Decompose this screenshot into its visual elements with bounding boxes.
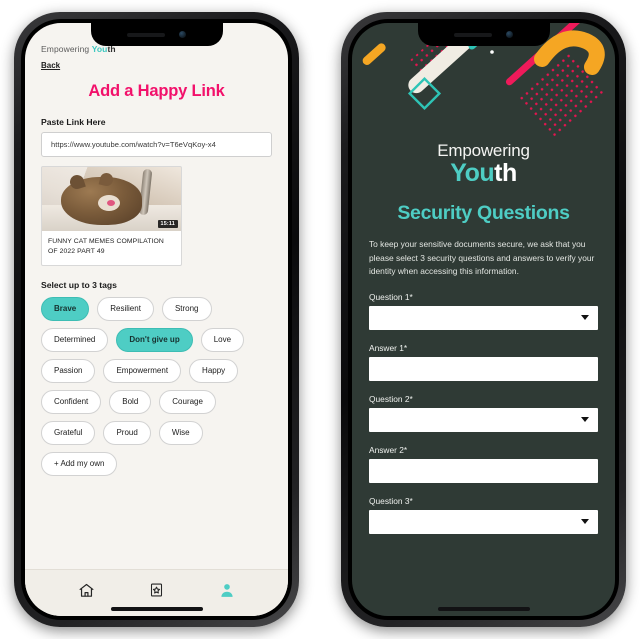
intro-paragraph: To keep your sensitive documents secure,… (369, 239, 595, 277)
page-title: Security Questions (397, 202, 570, 224)
brand-line-2: Youth (369, 159, 598, 188)
page-title: Add a Happy Link (88, 82, 225, 100)
two-phone-mockup: Empowering Youth Back Add a Happy Link P… (0, 0, 640, 639)
chevron-down-icon (581, 519, 589, 525)
notch (417, 23, 550, 46)
question-2-select[interactable] (369, 407, 598, 432)
tag-row: Passion Empowerment Happy (41, 358, 272, 383)
tag-wise[interactable]: Wise (158, 420, 203, 445)
security-questions-page: Empowering Youth Security Questions To k… (352, 23, 615, 616)
tags-instruction-label: Select up to 3 tags (41, 279, 117, 290)
chevron-down-icon (581, 417, 589, 423)
speaker-slot (454, 32, 492, 37)
home-indicator (437, 607, 530, 611)
brand-suffix: th (494, 159, 517, 187)
left-phone-screen: Empowering Youth Back Add a Happy Link P… (25, 23, 288, 616)
back-link[interactable]: Back (41, 61, 60, 70)
add-happy-link-page: Empowering Youth Back Add a Happy Link P… (25, 23, 288, 616)
question-3-label: Question 3* (369, 495, 413, 506)
home-indicator (110, 607, 203, 611)
tag-empowerment[interactable]: Empowerment (103, 358, 182, 383)
tag-add-my-own[interactable]: + Add my own (41, 451, 118, 476)
question-1-label: Question 1* (369, 291, 413, 302)
brand-line-1: Empowering (437, 141, 530, 160)
profile-icon (219, 582, 235, 599)
tab-profile[interactable] (219, 582, 235, 599)
speaker-slot (127, 32, 165, 37)
chevron-down-icon (581, 315, 589, 321)
tag-love[interactable]: Love (200, 327, 245, 352)
left-phone-frame: Empowering Youth Back Add a Happy Link P… (14, 12, 299, 627)
answer-1-input[interactable] (369, 356, 598, 381)
tag-grateful[interactable]: Grateful (41, 420, 96, 445)
answer-2-input[interactable] (369, 458, 598, 483)
tag-row: + Add my own (41, 451, 272, 476)
app-brand: Empowering Youth (369, 141, 598, 188)
tab-favorites[interactable] (149, 582, 164, 598)
left-phone-bezel: Empowering Youth Back Add a Happy Link P… (21, 19, 292, 620)
question-2-label: Question 2* (369, 393, 413, 404)
paste-link-input[interactable]: https://www.youtube.com/watch?v=T6eVqKoy… (41, 132, 272, 157)
tag-list: Brave Resilient Strong Determined Don't … (41, 296, 272, 476)
star-box-icon (149, 582, 164, 598)
tag-passion[interactable]: Passion (41, 358, 96, 383)
right-phone-frame: Empowering Youth Security Questions To k… (341, 12, 626, 627)
tag-dont-give-up[interactable]: Don't give up (116, 327, 193, 352)
link-preview-card[interactable]: 15:11 FUNNY CAT MEMES COMPILATION OF 202… (41, 166, 182, 266)
tag-brave[interactable]: Brave (41, 296, 90, 321)
home-icon (78, 582, 95, 599)
front-camera-icon (506, 31, 513, 38)
tag-determined[interactable]: Determined (41, 327, 109, 352)
tag-row: Grateful Proud Wise (41, 420, 272, 445)
tag-row: Determined Don't give up Love (41, 327, 272, 352)
paste-link-label: Paste Link Here (41, 117, 106, 127)
notch (90, 23, 223, 46)
right-phone-bezel: Empowering Youth Security Questions To k… (348, 19, 619, 620)
tag-happy[interactable]: Happy (189, 358, 239, 383)
answer-2-label: Answer 2* (369, 444, 408, 455)
tab-home[interactable] (78, 582, 95, 599)
tag-proud[interactable]: Proud (103, 420, 151, 445)
question-1-select[interactable] (369, 305, 598, 330)
right-phone-screen: Empowering Youth Security Questions To k… (352, 23, 615, 616)
question-3-select[interactable] (369, 509, 598, 534)
video-duration-badge: 15:11 (157, 220, 178, 228)
tag-strong[interactable]: Strong (161, 296, 212, 321)
tag-row: Confident Bold Courage (41, 389, 272, 414)
tag-courage[interactable]: Courage (159, 389, 216, 414)
tag-bold[interactable]: Bold (109, 389, 152, 414)
brand-accent: You (450, 159, 495, 187)
brand-prefix: Empowering (41, 44, 92, 54)
right-page-content: Empowering Youth Security Questions To k… (352, 23, 615, 616)
front-camera-icon (179, 31, 186, 38)
tag-resilient[interactable]: Resilient (97, 296, 154, 321)
video-thumbnail: 15:11 (42, 167, 181, 231)
tag-confident[interactable]: Confident (41, 389, 102, 414)
video-title: FUNNY CAT MEMES COMPILATION OF 2022 PART… (48, 238, 164, 255)
tag-row: Brave Resilient Strong (41, 296, 272, 321)
answer-1-label: Answer 1* (369, 342, 408, 353)
left-page-body: Empowering Youth Back Add a Happy Link P… (25, 23, 288, 569)
paste-link-value: https://www.youtube.com/watch?v=T6eVqKoy… (51, 140, 216, 149)
